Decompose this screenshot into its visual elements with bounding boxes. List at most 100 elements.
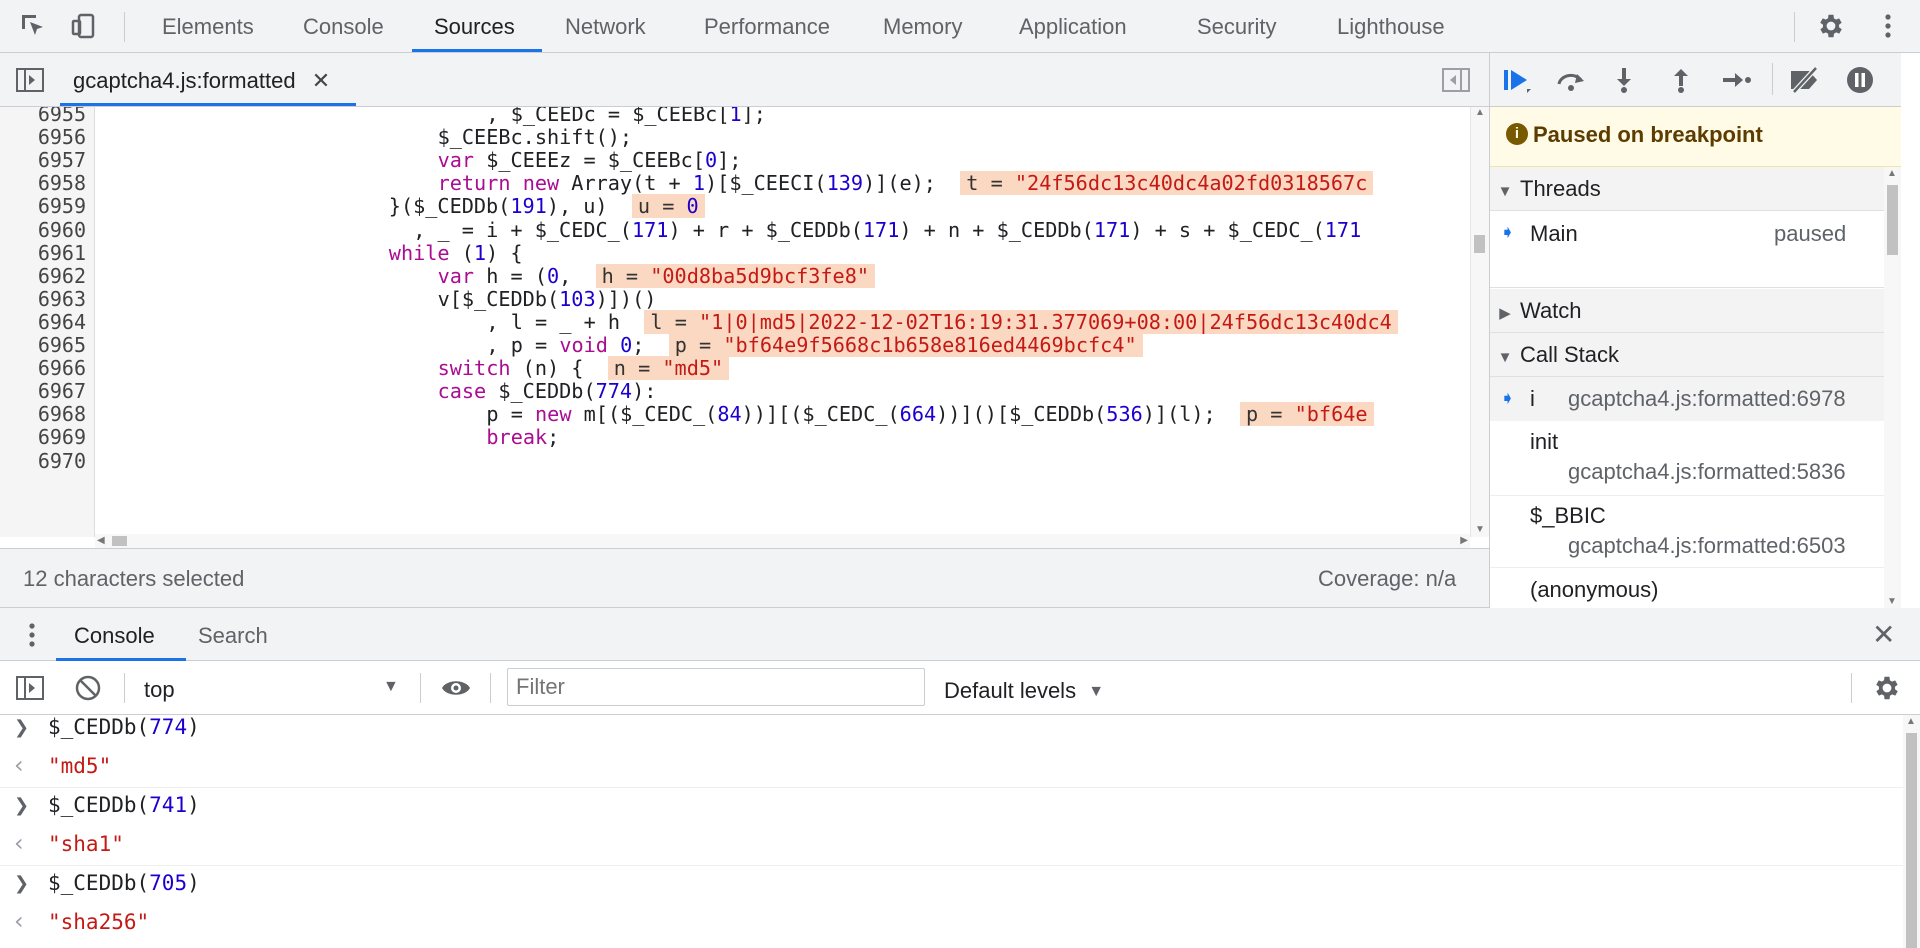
more-options-icon[interactable]: [1872, 10, 1904, 42]
console-input-row[interactable]: ❯ $_CEDDb(774): [0, 715, 1903, 748]
code-token: ;: [547, 425, 560, 450]
live-expression-eye-icon[interactable]: [440, 672, 472, 704]
call-frame-location[interactable]: gcaptcha4.js:formatted:6978: [1568, 386, 1846, 412]
console-result-row[interactable]: ‹ "sha256": [0, 904, 1903, 943]
tab-console[interactable]: Console: [299, 0, 388, 53]
editor-vertical-scrollbar[interactable]: ▲ ▼: [1470, 107, 1489, 537]
console-token: $_CEDDb(: [48, 715, 150, 739]
code-token: 139: [826, 171, 864, 196]
drawer-tab-search[interactable]: Search: [186, 608, 280, 661]
toolbar-divider: [1851, 673, 1852, 703]
resume-icon[interactable]: [1500, 63, 1534, 97]
scroll-up-arrow-icon[interactable]: ▲: [1906, 716, 1916, 727]
toggle-navigator-icon[interactable]: [14, 64, 46, 96]
horizontal-scroll-thumb[interactable]: [112, 536, 127, 546]
console-settings-gear-icon[interactable]: [1871, 672, 1903, 704]
code-editor[interactable]: 6955 6956 6957 6958 6959 6960 6961 6962 6963 6964…: [0, 107, 1470, 537]
console-token: 741: [149, 793, 188, 817]
editor-horizontal-scrollbar[interactable]: ◀ ▶: [95, 534, 1470, 548]
console-filter-input[interactable]: [507, 668, 925, 706]
call-frame-current[interactable]: ➧ i gcaptcha4.js:formatted:6978: [1490, 377, 1885, 421]
step-into-icon[interactable]: [1607, 63, 1641, 97]
drawer-tab-console[interactable]: Console: [62, 608, 167, 661]
scroll-down-arrow-icon[interactable]: ▼: [1475, 524, 1485, 535]
tab-sources[interactable]: Sources: [430, 0, 519, 53]
console-result-row[interactable]: ‹ "md5": [0, 748, 1903, 788]
close-tab-icon[interactable]: ✕: [312, 68, 330, 93]
toggle-debugger-icon[interactable]: [1440, 64, 1472, 96]
console-scrollbar[interactable]: ▲: [1903, 715, 1920, 948]
settings-gear-icon[interactable]: [1815, 10, 1847, 42]
call-frame[interactable]: $_BBIC gcaptcha4.js:formatted:6503: [1490, 495, 1885, 568]
thread-row-main[interactable]: ➧ Main paused: [1490, 211, 1901, 255]
selection-status: 12 characters selected: [23, 566, 245, 591]
scroll-down-arrow-icon[interactable]: ▼: [1887, 596, 1897, 607]
drawer-tab-bar: Console Search ✕: [0, 608, 1920, 661]
tab-lighthouse[interactable]: Lighthouse: [1333, 0, 1449, 53]
code-line[interactable]: p = new m[($_CEDC_(84))][($_CEDC_(664))]…: [486, 400, 1374, 428]
inspect-element-icon[interactable]: [17, 10, 49, 42]
scroll-up-arrow-icon[interactable]: ▲: [1887, 168, 1897, 179]
console-output[interactable]: ❯ $_CEDDb(774) ‹ "md5" ❯ $_CEDDb(741) ‹ "sha1" ❯…: [0, 715, 1920, 948]
clear-console-icon[interactable]: [72, 672, 104, 704]
line-number-gutter[interactable]: 6955 6956 6957 6958 6959 6960 6961 6962 6963 6964…: [0, 107, 95, 537]
device-toolbar-icon[interactable]: [68, 10, 100, 42]
console-token: ): [187, 793, 200, 817]
console-text: "md5": [48, 754, 111, 778]
line-number[interactable]: 6970: [0, 447, 86, 475]
inline-value-badge[interactable]: p = "bf64e9f5668c1b658e816ed4469bcfc4": [668, 333, 1143, 357]
step-icon[interactable]: [1720, 63, 1754, 97]
call-frame[interactable]: (anonymous): [1490, 567, 1885, 608]
editor-scroll-thumb[interactable]: [1474, 235, 1485, 253]
console-text: "sha1": [48, 832, 124, 856]
scroll-left-arrow-icon[interactable]: ◀: [97, 535, 105, 546]
inline-value-badge[interactable]: t = "24f56dc13c40dc4a02fd0318567c: [960, 171, 1374, 196]
console-input-row[interactable]: ❯ $_CEDDb(705): [0, 865, 1903, 904]
threads-section-header[interactable]: ▼ Threads: [1490, 167, 1901, 211]
tab-security[interactable]: Security: [1193, 0, 1280, 53]
active-file-indicator: [60, 103, 356, 106]
console-token: "md5": [48, 754, 112, 778]
call-frame-location[interactable]: gcaptcha4.js:formatted:5836: [1568, 459, 1846, 485]
editor-tab-bar: gcaptcha4.js:formatted ✕: [0, 53, 1489, 107]
console-token: $_CEDDb(: [48, 793, 150, 817]
code-token: ))][($_CEDC_(: [741, 402, 900, 427]
call-frame-location[interactable]: gcaptcha4.js:formatted:6503: [1568, 533, 1846, 559]
call-frame[interactable]: init gcaptcha4.js:formatted:5836: [1490, 421, 1885, 496]
tab-performance[interactable]: Performance: [700, 0, 834, 53]
inline-value-badge[interactable]: p = "bf64e: [1240, 402, 1374, 427]
console-scroll-thumb[interactable]: [1906, 733, 1917, 948]
tab-memory[interactable]: Memory: [879, 0, 966, 53]
toolbar-divider: [1772, 63, 1773, 95]
tab-elements[interactable]: Elements: [158, 0, 258, 53]
show-console-sidebar-icon[interactable]: [14, 672, 46, 704]
log-levels-dropdown[interactable]: Default levels ▼: [944, 669, 1104, 707]
toolbar-divider: [420, 673, 421, 703]
tab-application[interactable]: Application: [1015, 0, 1131, 53]
step-over-icon[interactable]: [1554, 63, 1588, 97]
console-input-row[interactable]: ❯ $_CEDDb(741): [0, 787, 1903, 826]
step-out-icon[interactable]: [1664, 63, 1698, 97]
code-token: m[($_CEDC_(: [571, 402, 718, 427]
console-token: 705: [149, 871, 188, 895]
close-drawer-icon[interactable]: ✕: [1872, 618, 1895, 651]
deactivate-breakpoints-icon[interactable]: [1788, 63, 1822, 97]
debugger-scroll-thumb[interactable]: [1887, 185, 1898, 255]
debugger-scrollbar[interactable]: ▲ ▼: [1884, 167, 1901, 608]
code-token: case: [437, 379, 487, 404]
watch-section-header[interactable]: ▶ Watch: [1490, 289, 1901, 333]
file-tab[interactable]: gcaptcha4.js:formatted ✕: [63, 53, 340, 106]
code-token: 171: [631, 217, 669, 242]
code-line[interactable]: break;: [486, 423, 559, 451]
call-frame-function: (anonymous): [1530, 577, 1659, 602]
tab-network[interactable]: Network: [561, 0, 650, 53]
call-stack-section-header[interactable]: ▼ Call Stack: [1490, 333, 1901, 377]
code-line[interactable]: , _ = i + $_CEDC_(171) + r + $_CEDDb(171…: [413, 216, 1361, 244]
pause-on-exceptions-icon[interactable]: [1843, 63, 1877, 97]
context-selector[interactable]: top ▼: [138, 669, 404, 707]
console-result-row[interactable]: ‹ "sha1": [0, 826, 1903, 866]
drawer-menu-icon[interactable]: [16, 619, 48, 651]
coverage-status[interactable]: Coverage: n/a: [1318, 566, 1456, 592]
scroll-right-arrow-icon[interactable]: ▶: [1460, 535, 1468, 546]
scroll-up-arrow-icon[interactable]: ▲: [1475, 107, 1485, 118]
